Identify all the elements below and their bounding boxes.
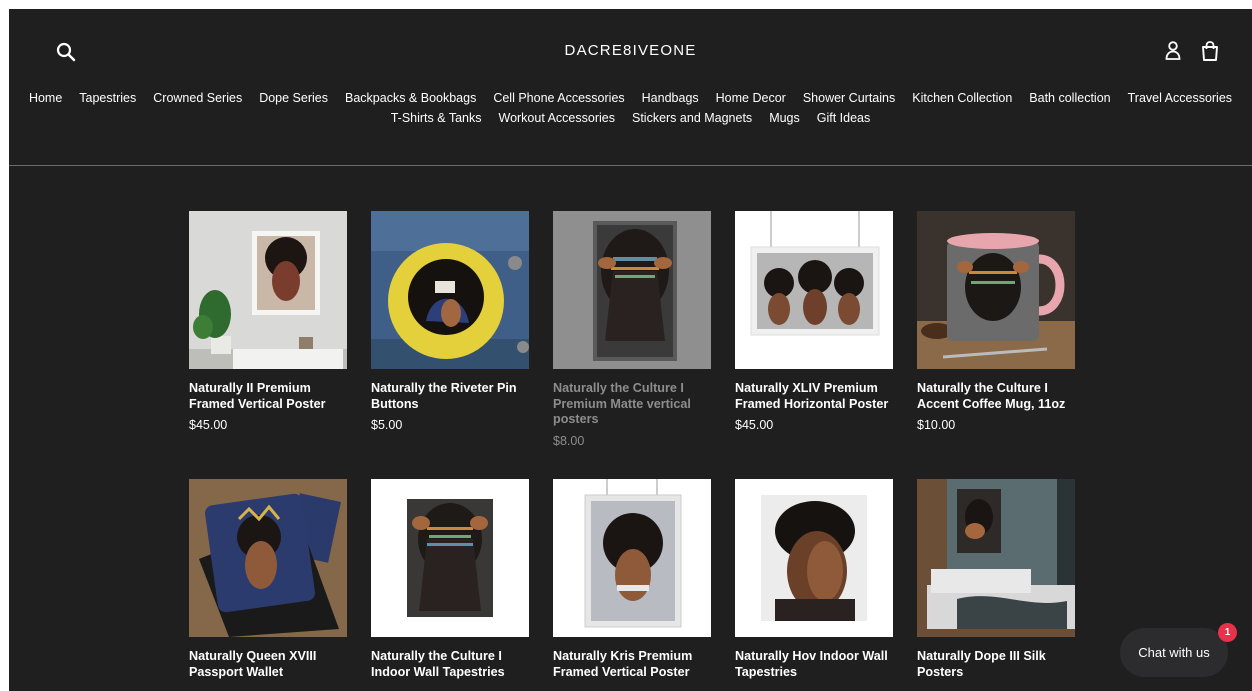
nav-row-secondary: T-Shirts & Tanks Workout Accessories Stick… <box>9 108 1252 128</box>
product-title[interactable]: Naturally the Culture I Accent Coffee Mu… <box>917 381 1075 412</box>
product-price: $10.00 <box>917 418 956 432</box>
main-nav: Home Tapestries Crowned Series Dope Series B… <box>9 88 1252 128</box>
product-card[interactable]: Naturally Hov Indoor Wall Tapestries <box>735 479 893 680</box>
product-card[interactable]: Naturally the Riveter Pin Buttons $5.00 <box>371 211 529 432</box>
product-title[interactable]: Naturally XLIV Premium Framed Horizontal… <box>735 381 893 412</box>
product-title[interactable]: Naturally the Culture I Indoor Wall Tape… <box>371 649 529 680</box>
product-image[interactable] <box>917 211 1075 369</box>
product-image[interactable] <box>735 479 893 637</box>
nav-link-dope-series[interactable]: Dope Series <box>259 91 328 105</box>
nav-link-mugs[interactable]: Mugs <box>769 111 800 125</box>
product-title[interactable]: Naturally Kris Premium Framed Vertical P… <box>553 649 711 680</box>
cart-icon[interactable] <box>1199 40 1221 62</box>
nav-link-t-shirts-tanks[interactable]: T-Shirts & Tanks <box>391 111 482 125</box>
product-image[interactable] <box>553 479 711 637</box>
product-card[interactable]: Naturally Dope III Silk Posters <box>917 479 1075 680</box>
nav-link-home[interactable]: Home <box>29 91 62 105</box>
account-icon[interactable] <box>1162 40 1184 62</box>
product-card[interactable]: Naturally XLIV Premium Framed Horizontal… <box>735 211 893 432</box>
product-card[interactable]: Naturally Kris Premium Framed Vertical P… <box>553 479 711 680</box>
product-price: $45.00 <box>189 418 228 432</box>
product-image[interactable] <box>371 211 529 369</box>
site-header: DACRE8IVEONE Home Tapestries Crowned Serie… <box>9 9 1252 166</box>
nav-link-handbags[interactable]: Handbags <box>642 91 699 105</box>
nav-link-kitchen-collection[interactable]: Kitchen Collection <box>912 91 1012 105</box>
nav-link-cell-phone-accessories[interactable]: Cell Phone Accessories <box>493 91 624 105</box>
nav-link-shower-curtains[interactable]: Shower Curtains <box>803 91 895 105</box>
product-card[interactable]: Naturally Queen XVIII Passport Wallet <box>189 479 347 680</box>
product-title[interactable]: Naturally Dope III Silk Posters <box>917 649 1075 680</box>
product-title[interactable]: Naturally Hov Indoor Wall Tapestries <box>735 649 893 680</box>
nav-row-primary: Home Tapestries Crowned Series Dope Series B… <box>9 88 1252 108</box>
product-price: $8.00 <box>553 433 585 448</box>
product-image[interactable] <box>371 479 529 637</box>
product-image[interactable] <box>189 211 347 369</box>
product-image[interactable] <box>735 211 893 369</box>
nav-link-tapestries[interactable]: Tapestries <box>79 91 136 105</box>
product-title[interactable]: Naturally the Riveter Pin Buttons <box>371 381 529 412</box>
product-image[interactable] <box>917 479 1075 637</box>
chat-button[interactable]: Chat with us <box>1120 628 1228 677</box>
product-card[interactable]: Naturally the Culture I Indoor Wall Tape… <box>371 479 529 680</box>
nav-link-travel-accessories[interactable]: Travel Accessories <box>1128 91 1232 105</box>
nav-link-bath-collection[interactable]: Bath collection <box>1029 91 1110 105</box>
nav-link-crowned-series[interactable]: Crowned Series <box>153 91 242 105</box>
product-price: $5.00 <box>371 418 403 432</box>
product-price: $45.00 <box>735 418 774 432</box>
product-image[interactable] <box>189 479 347 637</box>
product-image[interactable] <box>553 211 711 369</box>
nav-link-workout-accessories[interactable]: Workout Accessories <box>499 111 615 125</box>
chat-label: Chat with us <box>1138 645 1210 660</box>
product-title[interactable]: Naturally II Premium Framed Vertical Pos… <box>189 381 347 412</box>
chat-notification-badge: 1 <box>1218 623 1237 642</box>
nav-link-gift-ideas[interactable]: Gift Ideas <box>817 111 871 125</box>
nav-link-home-decor[interactable]: Home Decor <box>716 91 786 105</box>
product-title[interactable]: Naturally Queen XVIII Passport Wallet <box>189 649 347 680</box>
nav-link-backpacks-bookbags[interactable]: Backpacks & Bookbags <box>345 91 476 105</box>
product-title[interactable]: Naturally the Culture I Premium Matte ve… <box>553 381 711 428</box>
nav-link-stickers-and-magnets[interactable]: Stickers and Magnets <box>632 111 752 125</box>
site-logo[interactable]: DACRE8IVEONE <box>9 42 1252 59</box>
page: DACRE8IVEONE Home Tapestries Crowned Serie… <box>9 9 1252 691</box>
product-card[interactable]: Naturally II Premium Framed Vertical Pos… <box>189 211 347 432</box>
product-card[interactable]: Naturally the Culture I Accent Coffee Mu… <box>917 211 1075 432</box>
product-card[interactable]: Naturally the Culture I Premium Matte ve… <box>553 211 711 448</box>
